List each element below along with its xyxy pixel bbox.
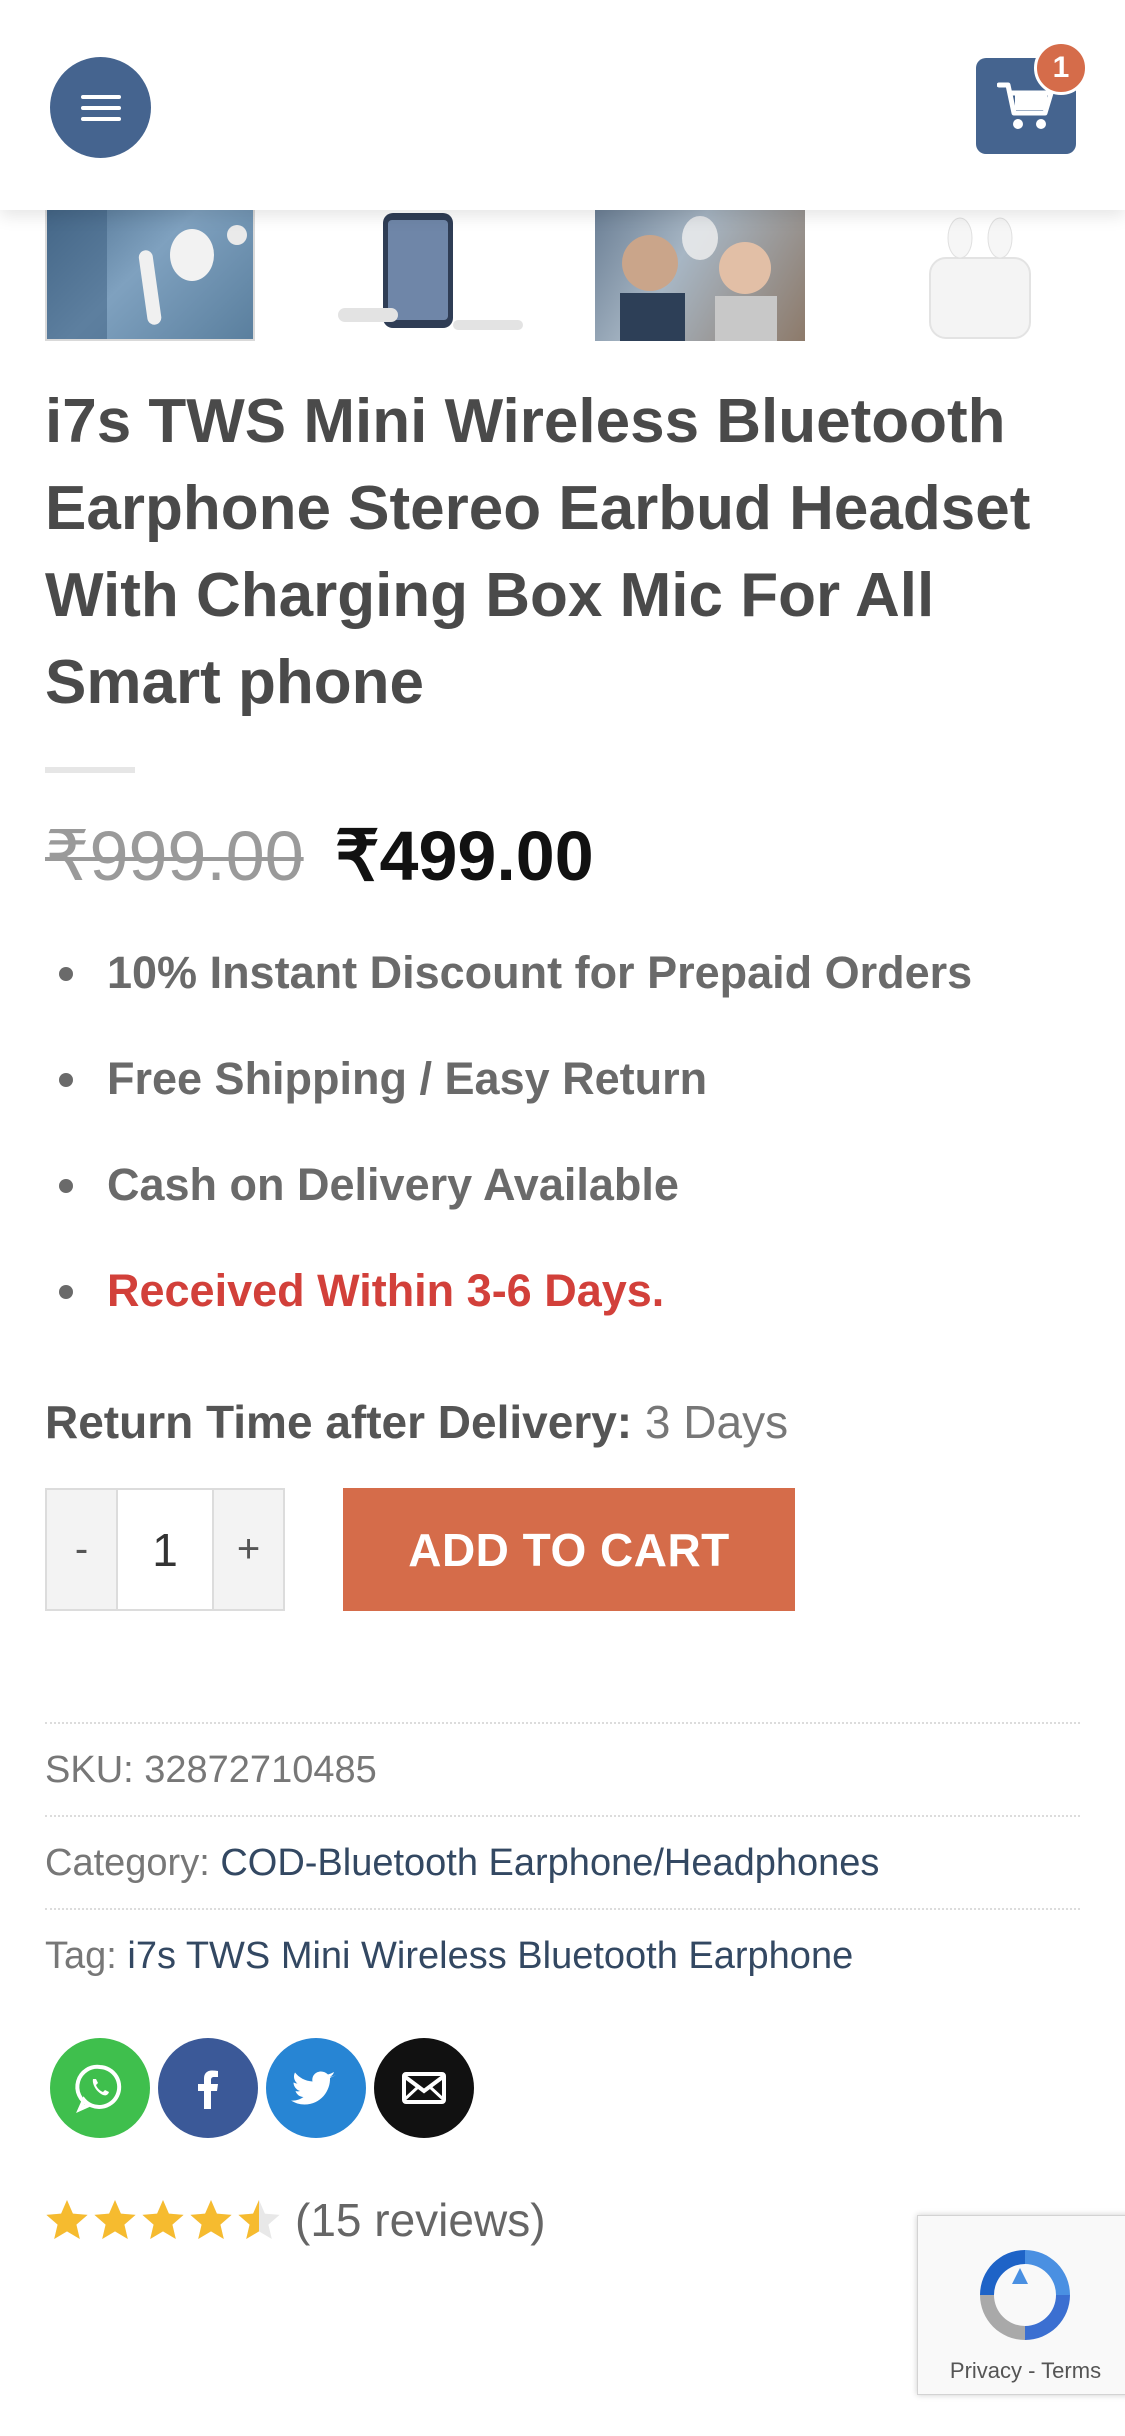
star-icon: [238, 2200, 280, 2239]
quantity-decrease-button[interactable]: -: [47, 1490, 116, 1609]
people-image: [620, 216, 777, 341]
category-row: Category: COD-Bluetooth Earphone/Headpho…: [45, 1815, 1080, 1885]
cart-count-badge: 1: [1034, 41, 1088, 95]
sku-value: 32872710485: [144, 1749, 377, 1791]
price-row: ₹999.00 ₹499.00: [45, 815, 1085, 905]
thumbnail-1[interactable]: [45, 208, 255, 341]
highlight-cod: Cash on Delivery Available: [45, 1147, 1085, 1253]
product-highlights: 10% Instant Discount for Prepaid Orders …: [45, 935, 1085, 1359]
quantity-increase-button[interactable]: +: [214, 1490, 283, 1609]
quantity-stepper: - 1 +: [45, 1488, 285, 1611]
review-count[interactable]: (15 reviews): [295, 2193, 546, 2247]
share-twitter-button[interactable]: [266, 2038, 366, 2138]
tag-link[interactable]: i7s TWS Mini Wireless Bluetooth Earphone: [127, 1935, 853, 1977]
sku-row: SKU: 32872710485: [45, 1722, 1080, 1792]
return-time: Return Time after Delivery: 3 Days: [45, 1395, 788, 1449]
share-facebook-button[interactable]: [158, 2038, 258, 2138]
product-thumbnails: [45, 208, 1085, 343]
category-label: Category:: [45, 1842, 210, 1884]
menu-button[interactable]: [50, 57, 151, 158]
category-link[interactable]: COD-Bluetooth Earphone/Headphones: [220, 1842, 879, 1884]
recaptcha-badge[interactable]: Privacy - Terms: [917, 2215, 1125, 2395]
hamburger-menu-icon: [80, 94, 121, 121]
thumbnail-2[interactable]: [328, 208, 538, 341]
star-icon: [94, 2200, 136, 2239]
star-icon: [46, 2200, 88, 2239]
product-title: i7s TWS Mini Wireless Bluetooth Earphone…: [45, 387, 1031, 717]
email-icon: [402, 2072, 446, 2104]
recaptcha-icon: [980, 2250, 1070, 2340]
quantity-input[interactable]: 1: [116, 1490, 214, 1609]
charging-case-image: [929, 217, 1031, 339]
title-divider: [45, 767, 135, 773]
thumbnail-3[interactable]: [595, 208, 805, 341]
return-time-label: Return Time after Delivery:: [45, 1396, 633, 1448]
rating-stars: [45, 2198, 281, 2242]
twitter-icon: [291, 2071, 336, 2105]
old-price: ₹999.00: [45, 817, 304, 895]
facebook-icon: [198, 2070, 218, 2109]
star-icon: [190, 2200, 232, 2239]
highlight-shipping: Free Shipping / Easy Return: [45, 1041, 1085, 1147]
earbud-image: [47, 210, 247, 339]
sku-label: SKU:: [45, 1749, 134, 1791]
add-to-cart-button[interactable]: ADD TO CART: [343, 1488, 795, 1611]
share-email-button[interactable]: [374, 2038, 474, 2138]
phone-earbuds-image: [338, 213, 523, 330]
star-icon: [142, 2200, 184, 2239]
sale-price: ₹499.00: [335, 817, 594, 895]
product-rating[interactable]: (15 reviews): [45, 2185, 546, 2255]
highlight-discount: 10% Instant Discount for Prepaid Orders: [45, 935, 1085, 1041]
tag-label: Tag:: [45, 1935, 117, 1977]
highlight-delivery-time: Received Within 3-6 Days.: [45, 1253, 1085, 1359]
return-time-value: 3 Days: [644, 1396, 789, 1448]
share-whatsapp-button[interactable]: [50, 2038, 150, 2138]
recaptcha-links[interactable]: Privacy - Terms: [918, 2358, 1125, 2384]
tag-row: Tag: i7s TWS Mini Wireless Bluetooth Ear…: [45, 1908, 1080, 1978]
site-header: 1: [0, 0, 1125, 210]
thumbnail-4[interactable]: [875, 208, 1085, 341]
whatsapp-icon: [75, 2064, 122, 2113]
